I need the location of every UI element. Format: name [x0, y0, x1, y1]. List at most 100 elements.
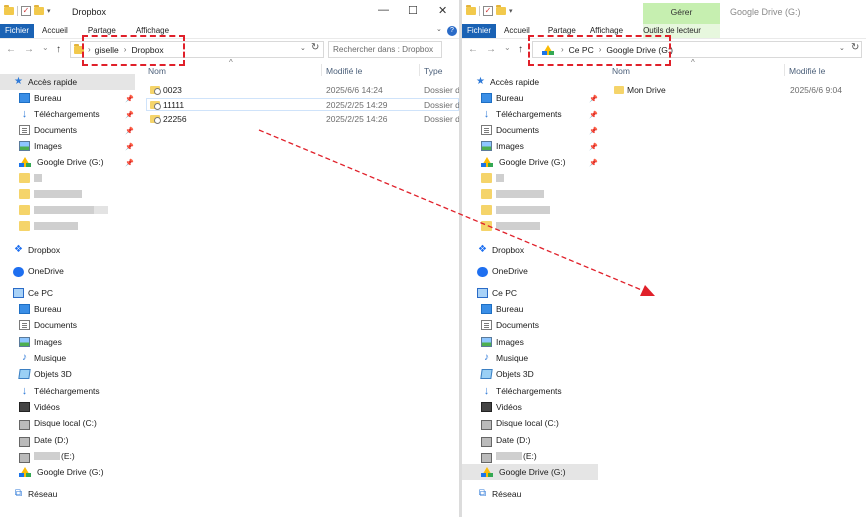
- refresh-icon[interactable]: ↻: [311, 42, 319, 53]
- forward-arrow-icon[interactable]: →: [486, 44, 496, 55]
- nav-pc-videos[interactable]: Vidéos: [19, 399, 60, 415]
- nav-redacted-folder[interactable]: [19, 186, 82, 202]
- nav-network[interactable]: ⧉ Réseau: [13, 486, 57, 502]
- nav-pc-e-drive[interactable]: (E:): [481, 448, 537, 464]
- desktop-icon: [481, 304, 492, 314]
- up-arrow-icon[interactable]: ↑: [56, 44, 61, 55]
- up-arrow-icon[interactable]: ↑: [518, 44, 523, 55]
- nav-pc-google-drive[interactable]: Google Drive (G:): [19, 464, 104, 480]
- pin-icon[interactable]: 📌: [589, 143, 598, 151]
- nav-redacted-folder[interactable]: [19, 202, 108, 218]
- nav-downloads[interactable]: ↓ Téléchargements: [481, 106, 562, 122]
- properties-icon[interactable]: ✓: [483, 6, 493, 16]
- search-input[interactable]: Rechercher dans : Dropbox: [328, 41, 442, 58]
- nav-pc-pictures[interactable]: Images: [481, 334, 524, 350]
- nav-documents[interactable]: Documents: [481, 122, 539, 138]
- nav-pc-downloads[interactable]: ↓ Téléchargements: [481, 383, 562, 399]
- nav-onedrive[interactable]: OneDrive: [13, 263, 64, 279]
- nav-pc-local-disk[interactable]: Disque local (C:): [481, 415, 559, 431]
- file-row[interactable]: 22256 2025/2/25 14:26 Dossier de: [146, 113, 459, 126]
- nav-redacted-folder[interactable]: [481, 186, 544, 202]
- nav-pictures[interactable]: Images: [481, 138, 524, 154]
- file-row[interactable]: Mon Drive 2025/6/6 9:04: [610, 84, 866, 97]
- address-dropdown-icon[interactable]: ⌄: [300, 44, 306, 52]
- nav-desktop[interactable]: Bureau: [19, 90, 61, 106]
- nav-pc-google-drive[interactable]: Google Drive (G:): [462, 464, 598, 480]
- tab-home[interactable]: Accueil: [34, 24, 76, 38]
- nav-redacted-folder[interactable]: [481, 170, 504, 186]
- maximize-button[interactable]: ☐: [408, 4, 418, 17]
- nav-documents[interactable]: Documents: [19, 122, 77, 138]
- help-icon[interactable]: ?: [447, 26, 457, 36]
- back-arrow-icon[interactable]: ←: [6, 44, 16, 55]
- back-arrow-icon[interactable]: ←: [468, 44, 478, 55]
- nav-pc-music[interactable]: ♪ Musique: [481, 350, 528, 366]
- nav-pc-desktop[interactable]: Bureau: [19, 301, 61, 317]
- file-row[interactable]: 0023 2025/6/6 14:24 Dossier de: [146, 84, 459, 97]
- close-button[interactable]: ✕: [438, 4, 447, 17]
- pin-icon[interactable]: 📌: [589, 159, 598, 167]
- nav-pc-3d-objects[interactable]: Objets 3D: [18, 366, 72, 382]
- customize-toolbar-icon[interactable]: ▾: [509, 7, 513, 15]
- nav-pc-music[interactable]: ♪ Musique: [19, 350, 66, 366]
- nav-quick-access[interactable]: ★ Accès rapide: [475, 74, 539, 90]
- properties-icon[interactable]: ✓: [21, 6, 31, 16]
- pin-icon[interactable]: 📌: [125, 111, 134, 119]
- refresh-icon[interactable]: ↻: [851, 42, 859, 53]
- nav-pc-documents[interactable]: Documents: [19, 317, 77, 333]
- nav-downloads[interactable]: ↓ Téléchargements: [19, 106, 100, 122]
- nav-google-drive[interactable]: Google Drive (G:): [19, 154, 104, 170]
- column-header-modified[interactable]: Modifié le: [789, 66, 825, 76]
- new-folder-icon[interactable]: [34, 5, 44, 15]
- pin-icon[interactable]: 📌: [125, 127, 134, 135]
- column-header-name[interactable]: Nom: [612, 66, 630, 76]
- nav-pc-date-drive[interactable]: Date (D:): [481, 432, 530, 448]
- nav-pc-pictures[interactable]: Images: [19, 334, 62, 350]
- customize-toolbar-icon[interactable]: ▾: [47, 7, 51, 15]
- nav-google-drive[interactable]: Google Drive (G:): [481, 154, 566, 170]
- nav-pc-documents[interactable]: Documents: [481, 317, 539, 333]
- tab-file[interactable]: Fichier: [462, 24, 497, 38]
- recent-locations-icon[interactable]: ⌄: [42, 43, 49, 52]
- pin-icon[interactable]: 📌: [589, 111, 598, 119]
- column-separator[interactable]: [321, 64, 322, 76]
- nav-desktop[interactable]: Bureau: [481, 90, 523, 106]
- column-separator[interactable]: [419, 64, 420, 76]
- new-folder-icon[interactable]: [496, 5, 506, 15]
- pin-icon[interactable]: 📌: [125, 95, 134, 103]
- nav-dropbox[interactable]: ❖ Dropbox: [13, 242, 60, 258]
- nav-onedrive[interactable]: OneDrive: [477, 263, 528, 279]
- chevron-down-icon[interactable]: ⌄: [436, 25, 442, 33]
- nav-pictures[interactable]: Images: [19, 138, 62, 154]
- tab-file[interactable]: Fichier: [0, 24, 35, 38]
- nav-pc-3d-objects[interactable]: Objets 3D: [480, 366, 534, 382]
- nav-redacted-folder[interactable]: [481, 202, 550, 218]
- nav-quick-access[interactable]: ★ Accès rapide: [0, 74, 135, 90]
- nav-pc-desktop[interactable]: Bureau: [481, 301, 523, 317]
- recent-locations-icon[interactable]: ⌄: [504, 43, 511, 52]
- nav-pc-local-disk[interactable]: Disque local (C:): [19, 415, 97, 431]
- nav-this-pc[interactable]: Ce PC: [477, 285, 517, 301]
- pin-icon[interactable]: 📌: [589, 127, 598, 135]
- column-separator[interactable]: [784, 64, 785, 76]
- nav-redacted-folder[interactable]: [481, 218, 540, 234]
- nav-redacted-folder[interactable]: [19, 218, 78, 234]
- nav-redacted-folder[interactable]: [19, 170, 42, 186]
- nav-pc-videos[interactable]: Vidéos: [481, 399, 522, 415]
- pin-icon[interactable]: 📌: [125, 143, 134, 151]
- column-header-modified[interactable]: Modifié le: [326, 66, 362, 76]
- nav-pc-downloads[interactable]: ↓ Téléchargements: [19, 383, 100, 399]
- nav-network[interactable]: ⧉ Réseau: [477, 486, 521, 502]
- pin-icon[interactable]: 📌: [589, 95, 598, 103]
- column-header-type[interactable]: Type: [424, 66, 442, 76]
- nav-dropbox[interactable]: ❖ Dropbox: [477, 242, 524, 258]
- pin-icon[interactable]: 📌: [125, 159, 134, 167]
- address-dropdown-icon[interactable]: ⌄: [839, 44, 845, 52]
- nav-pc-date-drive[interactable]: Date (D:): [19, 432, 68, 448]
- column-header-name[interactable]: Nom: [148, 66, 166, 76]
- forward-arrow-icon[interactable]: →: [24, 44, 34, 55]
- nav-pc-e-drive[interactable]: (E:): [19, 448, 75, 464]
- file-row[interactable]: 11111 2025/2/25 14:29 Dossier de: [146, 98, 459, 111]
- minimize-button[interactable]: —: [378, 4, 389, 16]
- nav-this-pc[interactable]: Ce PC: [13, 285, 53, 301]
